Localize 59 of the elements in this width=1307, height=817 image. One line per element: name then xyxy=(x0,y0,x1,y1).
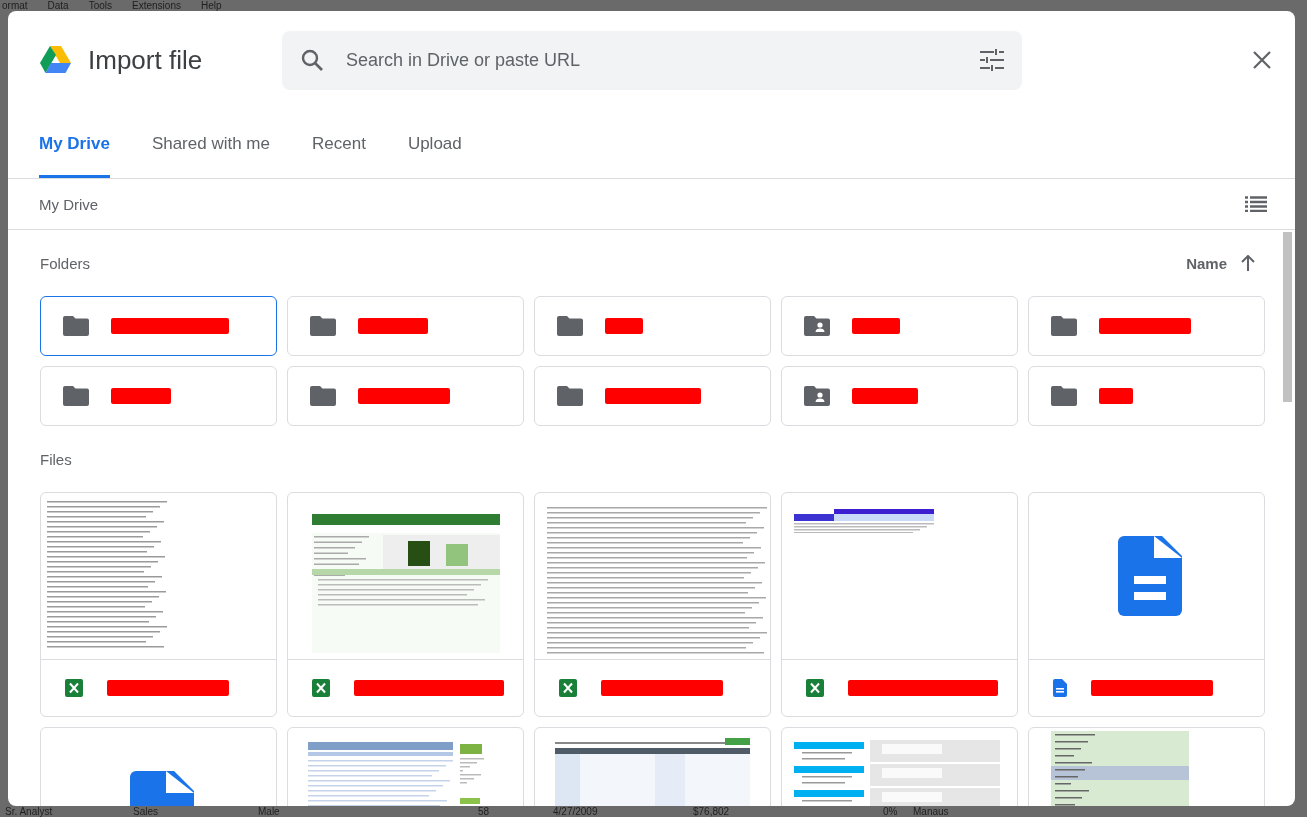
scrollbar-thumb[interactable] xyxy=(1283,232,1292,402)
menu-item[interactable]: Extensions xyxy=(132,0,181,11)
tab[interactable]: Shared with me xyxy=(151,109,270,178)
file-card[interactable] xyxy=(40,492,277,717)
redaction-bar xyxy=(111,388,171,404)
table-cell-text: 0% xyxy=(883,806,899,817)
folder-icon xyxy=(63,316,89,336)
filter-options-button[interactable] xyxy=(980,49,1004,71)
spreadsheet-icon xyxy=(312,679,330,697)
tab[interactable]: My Drive xyxy=(39,109,110,178)
tab[interactable]: Recent xyxy=(312,109,366,178)
sort-button[interactable]: Name xyxy=(1186,254,1265,272)
redaction-bar xyxy=(852,318,900,334)
search-field[interactable]: Search in Drive or paste URL xyxy=(282,30,1022,90)
folder-icon xyxy=(310,386,336,406)
menu-item[interactable]: Help xyxy=(200,0,222,11)
file-card[interactable] xyxy=(1028,492,1265,717)
table-cell-text: Manaus xyxy=(913,806,950,817)
spreadsheet-icon xyxy=(65,679,83,697)
section-heading: Files xyxy=(40,450,72,468)
file-card[interactable] xyxy=(534,492,771,717)
folder-icon xyxy=(310,316,336,336)
search-input[interactable]: Search in Drive or paste URL xyxy=(344,48,980,72)
dialog-title: Import file xyxy=(88,44,204,76)
drive-logo-icon xyxy=(40,46,71,74)
document-icon xyxy=(1053,679,1067,697)
file-card[interactable] xyxy=(287,492,524,717)
shared-folder-icon xyxy=(804,386,830,406)
breadcrumb[interactable]: My Drive xyxy=(39,195,99,213)
menu-item[interactable]: Tools xyxy=(88,0,113,11)
table-cell-text: $76,802 xyxy=(693,806,731,817)
redaction-bar xyxy=(1099,388,1133,404)
arrow-up-icon xyxy=(1241,255,1255,271)
spreadsheet-icon xyxy=(806,679,824,697)
redaction-bar xyxy=(852,388,918,404)
list-view-button[interactable] xyxy=(1245,196,1267,212)
section-heading: Folders xyxy=(40,254,91,272)
table-cell-text: Male xyxy=(258,806,281,817)
redaction-bar xyxy=(605,318,643,334)
tab[interactable]: Upload xyxy=(407,109,462,178)
folder-icon xyxy=(1051,386,1077,406)
shared-folder-icon xyxy=(804,316,830,336)
table-cell-text: Sr. Analyst xyxy=(5,806,54,817)
table-cell-text: 58 xyxy=(478,806,491,817)
table-cell-text: 4/27/2009 xyxy=(553,806,599,817)
folder-icon xyxy=(63,386,89,406)
menu-item[interactable]: ormat xyxy=(2,0,28,11)
folder-icon xyxy=(557,316,583,336)
file-card[interactable] xyxy=(781,492,1018,717)
document-icon xyxy=(1118,536,1182,616)
folder-card[interactable] xyxy=(40,296,277,356)
folder-icon xyxy=(1051,316,1077,336)
close-button[interactable] xyxy=(1253,51,1271,69)
spreadsheet-icon xyxy=(559,679,577,697)
folder-icon xyxy=(557,386,583,406)
search-icon xyxy=(300,48,324,72)
table-cell-text: Sales xyxy=(133,806,159,817)
redaction-bar xyxy=(358,318,428,334)
menu-item[interactable]: Data xyxy=(47,0,69,11)
